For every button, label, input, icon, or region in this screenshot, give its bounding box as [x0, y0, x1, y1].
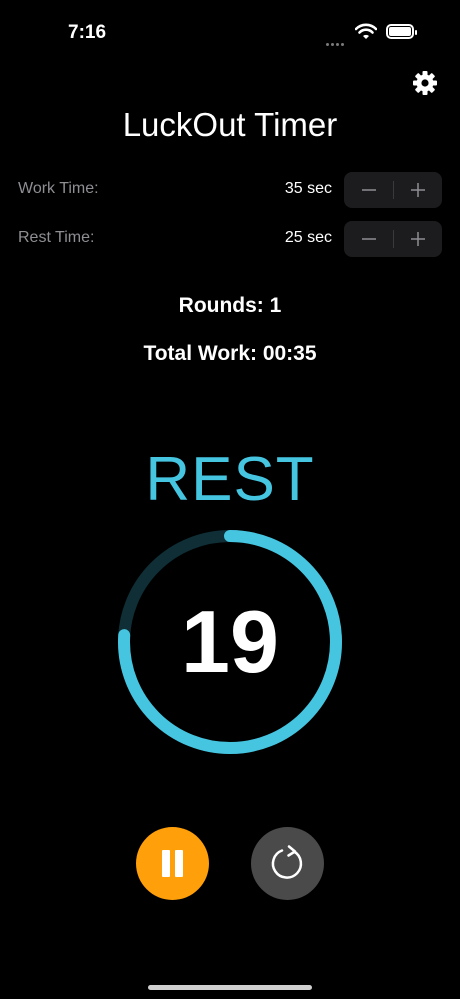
home-indicator[interactable]: [148, 985, 312, 990]
work-time-decrement-button[interactable]: [344, 172, 393, 208]
rest-time-label: Rest Time:: [18, 229, 95, 246]
work-time-value: 35 sec: [284, 180, 332, 197]
pause-button[interactable]: [136, 827, 209, 900]
signal-dots-icon: [326, 33, 346, 51]
battery-icon: [386, 24, 417, 39]
reset-icon: [271, 845, 303, 879]
work-time-stepper: [344, 172, 442, 208]
gear-icon[interactable]: [412, 70, 438, 96]
status-time: 7:16: [68, 22, 107, 43]
rest-time-value: 25 sec: [284, 229, 332, 246]
work-time-row: Work Time: 35 sec: [18, 172, 442, 208]
plus-icon: [410, 232, 425, 246]
countdown-seconds: 19: [181, 592, 279, 691]
minus-icon: [361, 189, 376, 191]
minus-icon: [361, 238, 376, 240]
status-bar: 7:16: [0, 0, 460, 60]
rounds-count: Rounds: 1: [178, 294, 282, 317]
rest-time-increment-button[interactable]: [393, 221, 442, 257]
app-title: LuckOut Timer: [122, 106, 338, 143]
phase-label: REST: [145, 445, 315, 514]
plus-icon: [410, 183, 425, 197]
reset-button[interactable]: [251, 827, 324, 900]
wifi-icon: [355, 23, 377, 39]
rest-time-stepper: [344, 221, 442, 257]
work-time-label: Work Time:: [18, 180, 99, 197]
total-work-time: Total Work: 00:35: [143, 342, 317, 365]
work-time-increment-button[interactable]: [393, 172, 442, 208]
rest-time-decrement-button[interactable]: [344, 221, 393, 257]
rest-time-row: Rest Time: 25 sec: [18, 221, 442, 257]
